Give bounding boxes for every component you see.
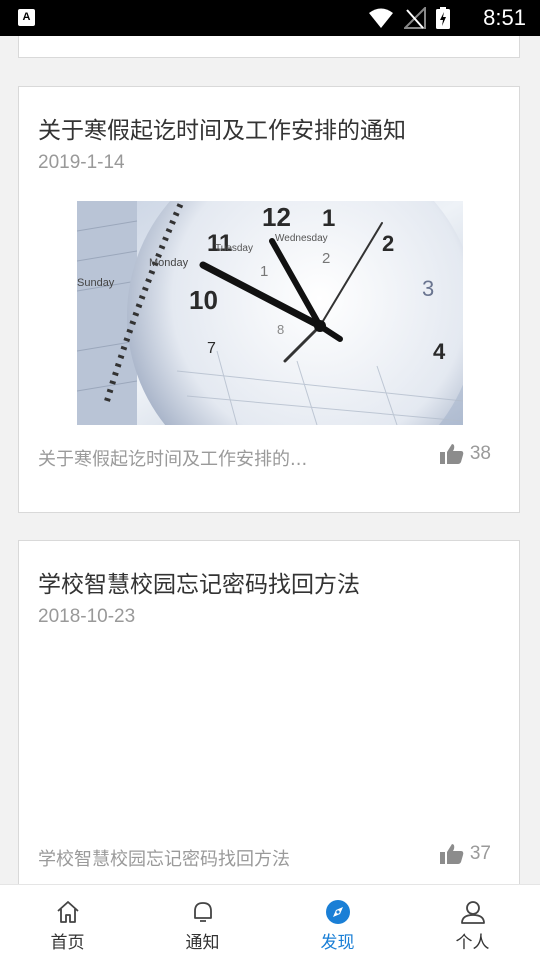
notice-card[interactable]: 关于寒假起讫时间及工作安排的通知 2019-1-14 12 1 11 10 7 … — [18, 86, 520, 513]
svg-text:Sunday: Sunday — [77, 277, 115, 289]
card-date: 2019-1-14 — [38, 152, 125, 173]
thumbs-up-icon — [439, 444, 464, 464]
like-count: 37 — [469, 843, 491, 864]
clock-calendar-image[interactable]: 12 1 11 10 7 2 3 4 2 1 8 Sunday Monday T… — [77, 201, 463, 425]
svg-text:8: 8 — [277, 322, 284, 337]
user-icon — [460, 901, 485, 924]
svg-text:2: 2 — [322, 250, 330, 267]
svg-text:12: 12 — [262, 202, 291, 232]
nav-item-discover[interactable]: 发现 — [270, 885, 405, 961]
nav-item-home[interactable]: 首页 — [0, 885, 135, 961]
app-notification-icon: A — [18, 9, 35, 26]
nav-item-profile[interactable]: 个人 — [405, 885, 540, 961]
bottom-nav: 首页 通知 发现 个人 — [0, 884, 540, 961]
discover-feed[interactable]: 关于寒假起讫时间及工作安排的通知 2019-1-14 12 1 11 10 7 … — [0, 36, 540, 884]
card-summary: 学校智慧校园忘记密码找回方法 — [38, 849, 290, 870]
svg-text:Monday: Monday — [149, 257, 189, 269]
nav-label: 个人 — [455, 933, 490, 953]
svg-text:Wednesday: Wednesday — [275, 233, 328, 244]
thumbs-up-icon — [439, 844, 464, 864]
status-bar: A 8:51 — [0, 0, 540, 36]
svg-text:1: 1 — [322, 205, 335, 232]
compass-icon — [325, 900, 350, 924]
svg-text:10: 10 — [189, 285, 218, 315]
nav-label: 发现 — [320, 933, 355, 953]
like-count: 38 — [469, 443, 491, 464]
battery-charging-icon — [436, 7, 450, 29]
status-icons — [368, 6, 450, 30]
svg-text:Tuesday: Tuesday — [215, 243, 253, 254]
svg-text:7: 7 — [207, 340, 216, 357]
nav-item-notice[interactable]: 通知 — [135, 885, 270, 961]
card-summary: 关于寒假起讫时间及工作安排的... — [38, 449, 308, 470]
card-title: 关于寒假起讫时间及工作安排的通知 — [38, 118, 406, 144]
svg-text:2: 2 — [382, 231, 394, 256]
wifi-icon — [369, 8, 393, 28]
like-button[interactable]: 38 — [439, 443, 491, 465]
previous-card[interactable] — [18, 36, 520, 58]
svg-text:1: 1 — [260, 263, 268, 280]
svg-text:3: 3 — [422, 276, 434, 301]
status-time: 8:51 — [483, 5, 526, 30]
notice-card[interactable]: 学校智慧校园忘记密码找回方法 2018-10-23 学校智慧校园忘记密码找回方法… — [18, 540, 520, 884]
card-title: 学校智慧校园忘记密码找回方法 — [38, 572, 360, 598]
nav-label: 通知 — [185, 933, 220, 953]
bell-icon — [193, 902, 212, 922]
like-button[interactable]: 37 — [439, 843, 491, 865]
card-date: 2018-10-23 — [38, 606, 136, 627]
home-icon — [56, 901, 79, 923]
no-signal-icon — [404, 7, 426, 29]
svg-text:4: 4 — [433, 339, 446, 364]
nav-label: 首页 — [50, 933, 85, 953]
